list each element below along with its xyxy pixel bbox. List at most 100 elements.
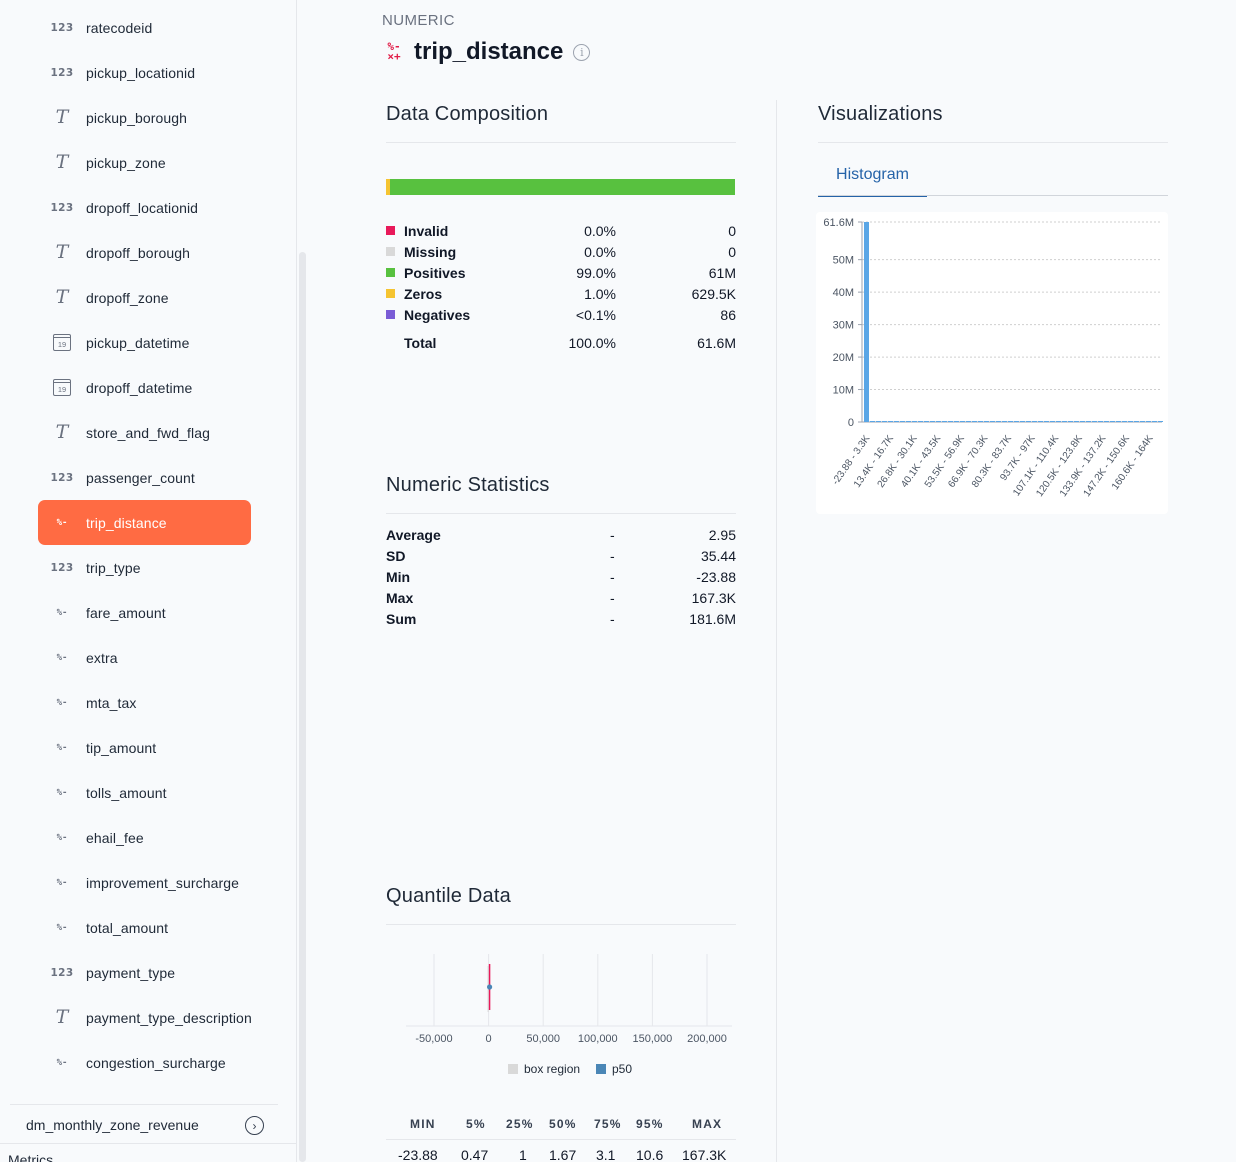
histogram-bar bbox=[1086, 421, 1091, 422]
sidebar-item-congestion-surcharge[interactable]: %- congestion_surcharge bbox=[38, 1040, 251, 1085]
sidebar-item-pickup-zone[interactable]: Tpickup_zone bbox=[38, 140, 251, 185]
sidebar-item-pickup-locationid[interactable]: 123 pickup_locationid bbox=[38, 50, 251, 95]
sidebar-item-dropoff-borough[interactable]: Tdropoff_borough bbox=[38, 230, 251, 275]
histogram-bar bbox=[972, 421, 977, 422]
number-icon: 123 bbox=[50, 561, 74, 574]
stat-row-sum: Sum - 181.6M bbox=[386, 611, 736, 632]
sidebar-item-pickup-datetime[interactable]: 19 pickup_datetime bbox=[38, 320, 251, 365]
histogram-bar bbox=[1068, 421, 1073, 422]
stat-dash: - bbox=[610, 569, 615, 585]
sidebar: 123 ratecodeid 123 pickup_locationid Tpickup… bbox=[0, 0, 296, 1162]
stat-value: -23.88 bbox=[696, 569, 736, 585]
app-window: 123 ratecodeid 123 pickup_locationid Tpickup… bbox=[0, 0, 1236, 1162]
p50-point bbox=[487, 984, 493, 990]
composition-percent: 100.0% bbox=[568, 334, 616, 351]
sidebar-item-label: payment_type bbox=[86, 964, 176, 981]
composition-row-positives: Positives 99.0% 61M bbox=[386, 262, 736, 283]
sidebar-item-improvement-surcharge[interactable]: %- improvement_surcharge bbox=[38, 860, 251, 905]
histogram-bar bbox=[990, 421, 995, 422]
chevron-right-icon[interactable]: › bbox=[245, 1116, 264, 1135]
histogram-bar bbox=[1140, 421, 1145, 422]
quantile-header: MAX bbox=[692, 1117, 723, 1131]
y-tick-label: 20M bbox=[833, 352, 854, 364]
sidebar-item-dropoff-locationid[interactable]: 123 dropoff_locationid bbox=[38, 185, 251, 230]
composition-row-invalid: Invalid 0.0% 0 bbox=[386, 220, 736, 241]
sidebar-item-dropoff-zone[interactable]: Tdropoff_zone bbox=[38, 275, 251, 320]
stat-row-sd: SD - 35.44 bbox=[386, 548, 736, 569]
sidebar-item-pickup-borough[interactable]: Tpickup_borough bbox=[38, 95, 251, 140]
x-tick-label: 50,000 bbox=[526, 1033, 560, 1045]
sidebar-item-trip-distance[interactable]: %- trip_distance bbox=[38, 500, 251, 545]
numeric-ops-icon: %- bbox=[56, 652, 68, 663]
sidebar-item-total-amount[interactable]: %- total_amount bbox=[38, 905, 251, 950]
legend-swatch bbox=[386, 310, 395, 319]
composition-percent: <0.1% bbox=[575, 306, 616, 323]
composition-label: Total bbox=[404, 334, 437, 351]
sidebar-item-payment-type-description[interactable]: Tpayment_type_description bbox=[38, 995, 252, 1040]
sidebar-scrollbar-thumb[interactable] bbox=[299, 252, 306, 1162]
x-tick-label: -50,000 bbox=[415, 1033, 452, 1045]
histogram-card: 0 10M 20M 30M 40M 50M 61.6M -23.88 - 3.3K 13.4K … bbox=[816, 212, 1168, 514]
histogram-bar bbox=[864, 222, 869, 422]
histogram-bar bbox=[906, 421, 911, 422]
sidebar-item-trip-type[interactable]: 123 trip_type bbox=[38, 545, 251, 590]
sidebar-item-extra[interactable]: %- extra bbox=[38, 635, 251, 680]
histogram-bar bbox=[984, 421, 989, 422]
numeric-ops-icon: %- bbox=[56, 742, 68, 753]
sidebar-item-label: fare_amount bbox=[86, 604, 166, 621]
number-icon: 123 bbox=[50, 471, 74, 484]
y-tick-label: 50M bbox=[833, 255, 854, 267]
sidebar-item-passenger-count[interactable]: 123 passenger_count bbox=[38, 455, 251, 500]
panel-divider bbox=[776, 100, 777, 1162]
y-tick-label: 10M bbox=[833, 385, 854, 397]
divider bbox=[0, 1143, 296, 1144]
composition-label: Positives bbox=[404, 264, 466, 281]
sidebar-item-store-and-fwd-flag[interactable]: Tstore_and_fwd_flag bbox=[38, 410, 251, 455]
section-label: Metrics bbox=[8, 1152, 54, 1162]
tab-histogram[interactable]: Histogram bbox=[818, 166, 927, 197]
numeric-ops-icon: %- bbox=[56, 697, 68, 708]
sidebar-item-mta-tax[interactable]: %- mta_tax bbox=[38, 680, 251, 725]
composition-count: 0 bbox=[728, 222, 736, 239]
composition-percent: 0.0% bbox=[584, 243, 616, 260]
composition-bar-zeros bbox=[386, 179, 390, 195]
divider bbox=[386, 924, 736, 925]
histogram-bar bbox=[1092, 421, 1097, 422]
histogram-bar bbox=[1128, 421, 1133, 422]
histogram-bar bbox=[936, 421, 941, 422]
sidebar-item-ratecodeid[interactable]: 123 ratecodeid bbox=[38, 5, 251, 50]
histogram-bar bbox=[888, 421, 893, 422]
legend-swatch bbox=[386, 247, 395, 256]
composition-count: 629.5K bbox=[691, 285, 736, 302]
dataset-item-label: dm_monthly_zone_revenue bbox=[26, 1116, 199, 1133]
stat-row-max: Max - 167.3K bbox=[386, 590, 736, 611]
stat-value: 35.44 bbox=[700, 548, 736, 564]
quantile-value: 167.3K bbox=[682, 1147, 727, 1162]
quantile-chart: -50,000 0 50,000 100,000 150,000 200,000 box r… bbox=[406, 954, 732, 1076]
sidebar-item-ehail-fee[interactable]: %- ehail_fee bbox=[38, 815, 251, 860]
sidebar-item-fare-amount[interactable]: %- fare_amount bbox=[38, 590, 251, 635]
histogram-bar bbox=[1062, 421, 1067, 422]
column-type-label: NUMERIC bbox=[382, 12, 455, 29]
histogram-bar bbox=[1038, 421, 1043, 422]
number-icon: 123 bbox=[50, 201, 74, 214]
stat-label: SD bbox=[386, 548, 406, 564]
composition-count: 0 bbox=[728, 243, 736, 260]
divider bbox=[818, 142, 1168, 143]
dataset-item[interactable]: dm_monthly_zone_revenue › bbox=[10, 1104, 278, 1144]
number-icon: 123 bbox=[50, 966, 74, 979]
histogram-bar bbox=[960, 421, 965, 422]
sidebar-item-tolls-amount[interactable]: %- tolls_amount bbox=[38, 770, 251, 815]
legend-swatch bbox=[386, 268, 395, 277]
data-composition-title: Data Composition bbox=[386, 103, 549, 125]
composition-row-negatives: Negatives <0.1% 86 bbox=[386, 304, 736, 325]
sidebar-item-dropoff-datetime[interactable]: 19 dropoff_datetime bbox=[38, 365, 251, 410]
numeric-ops-icon: %- bbox=[56, 922, 68, 933]
stat-dash: - bbox=[610, 611, 615, 627]
sidebar-item-payment-type[interactable]: 123 payment_type bbox=[38, 950, 251, 995]
sidebar-item-label: pickup_datetime bbox=[86, 334, 190, 351]
info-icon[interactable]: i bbox=[573, 43, 591, 61]
histogram-bar bbox=[1026, 421, 1031, 422]
sidebar-item-tip-amount[interactable]: %- tip_amount bbox=[38, 725, 251, 770]
histogram-bar bbox=[1116, 421, 1121, 422]
